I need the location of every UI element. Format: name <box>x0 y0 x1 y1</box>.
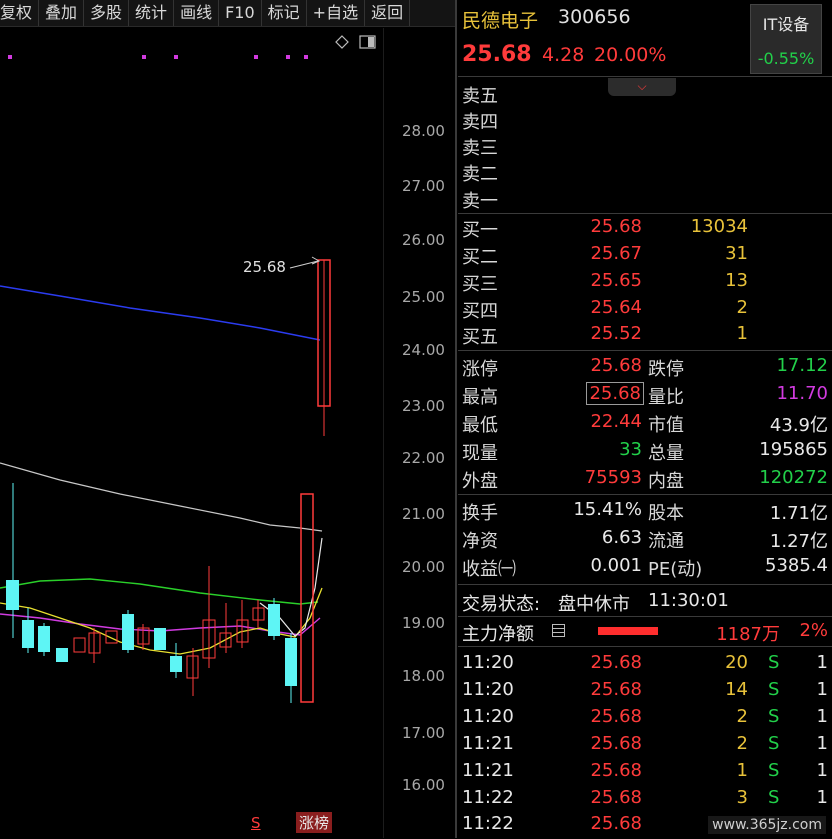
sector-change-pct: -0.55% <box>757 49 815 68</box>
tick-row: 11:20 25.68 20 S 1 <box>462 652 828 673</box>
price-axis-label: 25.00 <box>402 288 445 306</box>
sector-name: IT设备 <box>762 15 810 34</box>
price-change-pct: 20.00% <box>594 44 667 66</box>
trade-status: 交易状态: 盘中休市 11:30:01 <box>462 590 729 615</box>
price-axis-label: 17.00 <box>402 724 445 742</box>
price-axis-label: 20.00 <box>402 558 445 576</box>
divider <box>458 213 832 214</box>
stock-code: 300656 <box>558 6 631 28</box>
price-axis-label: 24.00 <box>402 341 445 359</box>
event-markers <box>8 55 308 59</box>
ma-line-gray <box>0 462 323 532</box>
price-axis-label: 27.00 <box>402 177 445 195</box>
stats-row-eps: 收益㈠ 0.001 PE(动) 5385.4 <box>462 555 828 580</box>
toolbar-button-mark[interactable]: 标记 <box>262 0 307 26</box>
divider <box>458 646 832 647</box>
kline-chart[interactable]: 25.68 28.00 27.00 26.00 25.00 24.00 23.0… <box>0 28 455 838</box>
s-marker: S <box>251 814 261 832</box>
toolbar-button-overlay[interactable]: 叠加 <box>39 0 85 26</box>
ma-line-green <box>0 578 319 605</box>
quote-panel: 民德电子 300656 25.68 4.28 20.00% IT设备 -0.55… <box>458 0 832 838</box>
toolbar-button-restore-rights[interactable]: 复权 <box>0 0 40 26</box>
stats-row-outer-inner: 外盘 75593 内盘 120272 <box>462 467 828 492</box>
tick-row: 11:22 25.68 3 S 1 <box>462 787 828 808</box>
toolbar-button-statistics[interactable]: 统计 <box>129 0 175 26</box>
price-axis-label: 26.00 <box>402 231 445 249</box>
table-icon[interactable] <box>552 624 565 637</box>
price-axis-divider <box>383 28 384 838</box>
bid-row-2: 买二 25.67 31 <box>462 243 748 268</box>
chart-mode-icon[interactable] <box>335 35 349 49</box>
stats-row-net-asset: 净资 6.63 流通 1.27亿 <box>462 527 828 552</box>
price-change: 4.28 <box>542 44 585 66</box>
price-axis-label: 22.00 <box>402 449 445 467</box>
sector-box[interactable]: IT设备 -0.55% <box>750 4 822 74</box>
stats-row-volume: 现量 33 总量 195865 <box>462 439 828 464</box>
price-axis-label: 28.00 <box>402 122 445 140</box>
stats-row-turnover: 换手 15.41% 股本 1.71亿 <box>462 499 828 524</box>
divider <box>458 584 832 585</box>
price-axis-label: 18.00 <box>402 667 445 685</box>
bid-row-3: 买三 25.65 13 <box>462 270 748 295</box>
divider <box>458 350 832 351</box>
chart-toolbar: 复权 叠加 多股 统计 画线 F10 标记 +自选 返回 <box>0 0 455 27</box>
tick-row: 11:21 25.68 2 S 1 <box>462 733 828 754</box>
toolbar-button-multi-stock[interactable]: 多股 <box>84 0 130 26</box>
ask-row-4: 卖四 <box>462 112 498 133</box>
watermark: www.365jz.com <box>708 816 826 834</box>
fund-flow-bar <box>598 627 658 635</box>
toolbar-button-add-watchlist[interactable]: +自选 <box>307 0 366 26</box>
stats-row-low: 最低 22.44 市值 43.9亿 <box>462 411 828 436</box>
toolbar-button-draw-line[interactable]: 画线 <box>174 0 220 26</box>
toolbar-button-back[interactable]: 返回 <box>365 0 411 26</box>
divider <box>458 76 832 77</box>
candles-down <box>6 483 297 703</box>
bid-row-5: 买五 25.52 1 <box>462 323 748 348</box>
ask-row-2: 卖二 <box>462 164 498 185</box>
divider <box>458 494 832 495</box>
ask-row-3: 卖三 <box>462 138 498 159</box>
bid-row-4: 买四 25.64 2 <box>462 297 748 322</box>
price-axis-label: 16.00 <box>402 776 445 794</box>
last-price-annotation: 25.68 <box>243 258 286 276</box>
stats-row-high: 最高 25.68 量比 11.70 <box>462 382 828 408</box>
rank-badge[interactable]: 涨榜 <box>296 812 333 833</box>
panel-toggle-icon[interactable] <box>359 35 376 49</box>
divider <box>458 616 832 617</box>
ask-row-1: 卖一 <box>462 191 498 212</box>
bid-row-1: 买一 25.68 13034 <box>462 216 748 241</box>
toolbar-button-f10[interactable]: F10 <box>219 0 262 26</box>
tick-row: 11:20 25.68 14 S 1 <box>462 679 828 700</box>
current-price: 25.68 <box>462 42 532 67</box>
ask-row-5: 卖五 <box>462 86 498 107</box>
stock-name: 民德电子 <box>462 10 539 32</box>
panel-divider <box>455 0 457 838</box>
price-axis-label: 21.00 <box>402 505 445 523</box>
stats-row-limit: 涨停 25.68 跌停 17.12 <box>462 355 828 380</box>
price-axis-label: 19.00 <box>402 614 445 632</box>
tick-row: 11:20 25.68 2 S 1 <box>462 706 828 727</box>
price-axis-label: 23.00 <box>402 397 445 415</box>
ma-line-blue <box>0 285 321 341</box>
tick-row: 11:21 25.68 1 S 1 <box>462 760 828 781</box>
